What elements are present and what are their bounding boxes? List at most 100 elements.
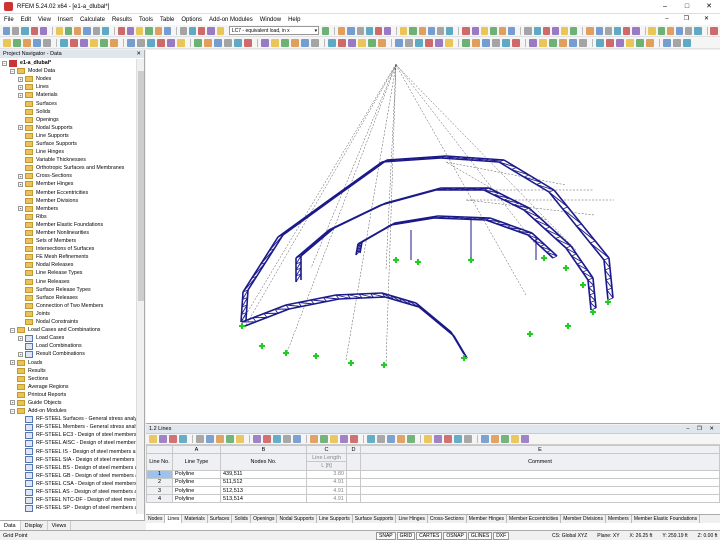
table-row[interactable]: 2 Polyline 511,512 4.91: [146, 477, 720, 487]
tree-item[interactable]: Orthotropic Surfaces and Membranes: [0, 164, 136, 172]
toolbar-button-icon[interactable]: [216, 26, 224, 35]
col-letter-b[interactable]: B: [220, 444, 307, 455]
toolbar-button-icon[interactable]: [347, 26, 355, 35]
toolbar-button-icon[interactable]: [570, 26, 578, 35]
toolbar-button-icon[interactable]: [657, 26, 665, 35]
toolbar-button-icon[interactable]: [378, 38, 386, 47]
scrollbar-thumb[interactable]: [138, 71, 144, 301]
toolbar-button-icon[interactable]: [632, 26, 640, 35]
table-toolbar-button-icon[interactable]: [253, 435, 261, 443]
tree-item[interactable]: + Materials: [0, 91, 136, 99]
status-toggle-osnap[interactable]: OSNAP: [443, 532, 467, 540]
col-letter-c[interactable]: C: [306, 444, 347, 455]
toolbar-button-icon[interactable]: [234, 38, 242, 47]
menu-item-add-on-modules[interactable]: Add-on Modules: [209, 17, 253, 23]
tree-item[interactable]: + Members: [0, 205, 136, 213]
toolbar-button-icon[interactable]: [33, 38, 41, 47]
sheet-tab-lines[interactable]: Lines: [165, 515, 183, 523]
toolbar-button-icon[interactable]: [499, 26, 507, 35]
toolbar-button-icon[interactable]: [663, 38, 671, 47]
tree-item[interactable]: RF-STEEL NTC-DF - Design of steel member: [0, 496, 136, 504]
tree-item[interactable]: + Cross-Sections: [0, 172, 136, 180]
tree-item[interactable]: + Loads: [0, 358, 136, 366]
table-toolbar-button-icon[interactable]: [226, 435, 234, 443]
toolbar-button-icon[interactable]: [482, 38, 490, 47]
toolbar-button-icon[interactable]: [626, 38, 634, 47]
maximize-icon[interactable]: □: [676, 0, 698, 14]
toolbar-button-icon[interactable]: [586, 26, 594, 35]
tree-item[interactable]: Sets of Members: [0, 237, 136, 245]
toolbar-button-icon[interactable]: [675, 26, 684, 35]
tree-item[interactable]: + Guide Objects: [0, 399, 136, 407]
toolbar-button-icon[interactable]: [167, 38, 175, 47]
tree-item[interactable]: + Load Cases: [0, 334, 136, 342]
toolbar-button-icon[interactable]: [179, 26, 188, 35]
cell-line-type[interactable]: Polyline: [172, 485, 221, 496]
toolbar-button-icon[interactable]: [472, 38, 480, 47]
tree-item[interactable]: + Nodes: [0, 75, 136, 83]
tree-item[interactable]: + Result Combinations: [0, 350, 136, 358]
cell-d[interactable]: [346, 477, 361, 487]
cell-d[interactable]: [346, 469, 361, 479]
toolbar-button-icon[interactable]: [83, 26, 91, 35]
toolbar-button-icon[interactable]: [13, 38, 21, 47]
tree-item[interactable]: Surface Releases: [0, 294, 136, 302]
table-toolbar-button-icon[interactable]: [310, 435, 318, 443]
toolbar-button-icon[interactable]: [3, 38, 11, 47]
toolbar-button-icon[interactable]: [356, 26, 364, 35]
cell-line-type[interactable]: Polyline: [172, 469, 221, 479]
toolbar-button-icon[interactable]: [368, 38, 376, 47]
navigator-close-icon[interactable]: ✕: [136, 50, 141, 58]
toolbar-button-icon[interactable]: [418, 26, 426, 35]
toolbar-button-icon[interactable]: [154, 26, 162, 35]
toolbar-button-icon[interactable]: [194, 38, 202, 47]
cell-d[interactable]: [346, 494, 361, 504]
tree-item[interactable]: Openings: [0, 116, 136, 124]
toolbar-button-icon[interactable]: [137, 38, 145, 47]
menu-item-calculate[interactable]: Calculate: [80, 17, 105, 23]
tree-item[interactable]: RF-STEEL EC3 - Design of steel members: [0, 431, 136, 439]
cell-nodes-no[interactable]: 513,514: [220, 494, 307, 504]
tree-item[interactable]: Line Release Types: [0, 269, 136, 277]
toolbar-button-icon[interactable]: [92, 26, 100, 35]
toolbar-button-icon[interactable]: [508, 26, 516, 35]
close-icon[interactable]: ✕: [698, 0, 720, 14]
toolbar-button-icon[interactable]: [502, 38, 510, 47]
status-toggle-grid[interactable]: GRID: [396, 532, 416, 540]
toolbar-button-icon[interactable]: [338, 38, 346, 47]
toolbar-button-icon[interactable]: [427, 26, 436, 35]
structure-model-graphic[interactable]: [146, 50, 720, 424]
row-number[interactable]: 1: [146, 469, 173, 479]
menu-item-window[interactable]: Window: [260, 17, 281, 23]
toolbar-button-icon[interactable]: [23, 38, 31, 47]
tree-item[interactable]: RF-STEEL CSA - Design of steel members: [0, 480, 136, 488]
menu-item-edit[interactable]: Edit: [21, 17, 31, 23]
toolbar-button-icon[interactable]: [21, 26, 29, 35]
menu-item-options[interactable]: Options: [181, 17, 202, 23]
row-number[interactable]: 2: [146, 477, 173, 487]
tree-item[interactable]: RF-STEEL AS - Design of steel members a: [0, 488, 136, 496]
toolbar-button-icon[interactable]: [480, 26, 488, 35]
table-toolbar-button-icon[interactable]: [263, 435, 271, 443]
collapse-icon[interactable]: −: [2, 60, 7, 66]
expand-icon[interactable]: +: [10, 400, 15, 406]
sheet-tab-members[interactable]: Members: [606, 515, 632, 523]
expand-icon[interactable]: +: [18, 125, 23, 131]
toolbar-button-icon[interactable]: [425, 38, 433, 47]
tree-item[interactable]: Member Nonlinearities: [0, 229, 136, 237]
toolbar-button-icon[interactable]: [163, 26, 171, 35]
table-toolbar-button-icon[interactable]: [521, 435, 529, 443]
sheet-tab-member-eccentricities[interactable]: Member Eccentricities: [507, 515, 562, 523]
toolbar-button-icon[interactable]: [533, 26, 541, 35]
table-toolbar-button-icon[interactable]: [196, 435, 204, 443]
toolbar-button-icon[interactable]: [322, 26, 330, 35]
tree-item[interactable]: + Member Hinges: [0, 180, 136, 188]
mdi-close-icon[interactable]: ✕: [704, 14, 709, 25]
toolbar-button-icon[interactable]: [55, 26, 64, 35]
tree-item[interactable]: Variable Thicknesses: [0, 156, 136, 164]
minimize-icon[interactable]: –: [654, 0, 676, 14]
toolbar-button-icon[interactable]: [117, 26, 126, 35]
toolbar-button-icon[interactable]: [529, 38, 537, 47]
toolbar-button-icon[interactable]: [157, 38, 165, 47]
tree-item[interactable]: − Add-on Modules: [0, 407, 136, 415]
